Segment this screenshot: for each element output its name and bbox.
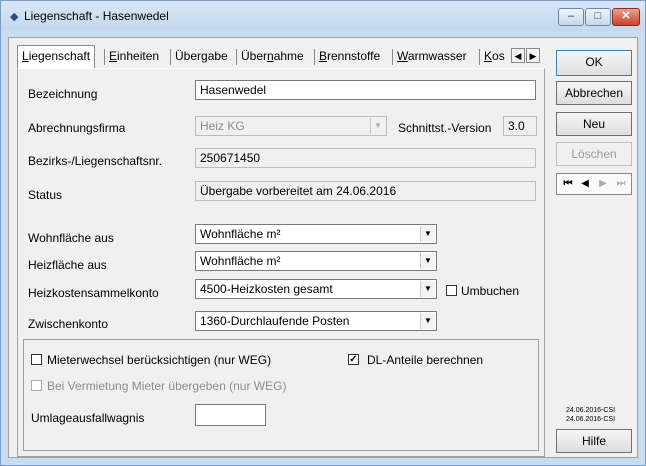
minimize-button[interactable]: – [558, 8, 584, 26]
mieterwechsel-label[interactable]: Mieterwechsel berücksichtigen (nur WEG) [47, 353, 271, 367]
bezirk-value: 250671450 [195, 148, 536, 168]
record-navigator: ⏮ ◀ ▶ ⏭ [556, 173, 632, 195]
tab-uebernahme[interactable]: Übernahme [241, 46, 304, 67]
tab-brennstoffe[interactable]: Brennstoffe [319, 46, 380, 67]
last-record-icon[interactable]: ⏭ [613, 176, 629, 192]
close-button[interactable]: ✕ [612, 8, 640, 26]
tab-strip: Liegenschaft Einheiten Übergabe Übernahm… [17, 45, 545, 68]
tab-separator [392, 49, 393, 65]
heizkostenkonto-label: Heizkostensammelkonto [28, 286, 159, 300]
dropdown-arrow-icon[interactable]: ▼ [420, 313, 435, 329]
tab-separator [479, 49, 480, 65]
tab-kosten[interactable]: Kos [484, 46, 505, 67]
bezeichnung-input[interactable]: Hasenwedel [195, 80, 536, 100]
new-button[interactable]: Neu [556, 112, 632, 136]
app-icon: ◆ [10, 11, 19, 23]
maximize-button[interactable]: □ [585, 8, 611, 26]
tab-separator [104, 49, 105, 65]
version-line-2: 24.06.2016-CSI [566, 416, 616, 423]
tab-uebergabe[interactable]: Übergabe [175, 46, 228, 67]
heizflaeche-label: Heizfläche aus [28, 258, 107, 272]
status-label: Status [28, 188, 63, 202]
zwischenkonto-label: Zwischenkonto [28, 317, 109, 331]
vermietung-label: Bei Vermietung Mieter übergeben (nur WEG… [47, 379, 287, 393]
schnittstelle-value: 3.0 [503, 116, 537, 136]
help-button[interactable]: Hilfe [556, 429, 632, 453]
tab-separator [236, 49, 237, 65]
umlageausfall-input[interactable] [195, 404, 266, 426]
heizflaeche-value: Wohnfläche m² [200, 254, 281, 268]
dl-anteile-label[interactable]: DL-Anteile berechnen [367, 353, 483, 367]
dropdown-arrow-icon[interactable]: ▼ [420, 253, 435, 269]
heizkostenkonto-select[interactable]: 4500-Heizkosten gesamt ▼ [195, 279, 437, 299]
umbuchen-checkbox[interactable] [446, 285, 457, 296]
next-record-icon[interactable]: ▶ [595, 176, 611, 192]
delete-button: Löschen [556, 142, 632, 166]
version-line-1: 24.06.2016-CSI [566, 407, 616, 414]
vermietung-checkbox [31, 380, 42, 391]
mieterwechsel-checkbox[interactable] [31, 354, 42, 365]
tab-warmwasser[interactable]: Warmwasser [397, 46, 467, 67]
title-bar[interactable]: ◆ Liegenschaft - Hasenwedel – □ ✕ [1, 1, 645, 31]
prev-record-icon[interactable]: ◀ [577, 176, 593, 192]
tab-liegenschaft[interactable]: Liegenschaft [17, 45, 96, 68]
tab-scroll-right-button[interactable]: ▶ [526, 48, 540, 63]
wohnflaeche-select[interactable]: Wohnfläche m² ▼ [195, 224, 437, 244]
first-record-icon[interactable]: ⏮ [560, 176, 576, 192]
status-value: Übergabe vorbereitet am 24.06.2016 [195, 181, 536, 201]
abrechnungsfirma-value: Heiz KG [200, 119, 245, 133]
dropdown-arrow-icon[interactable]: ▼ [420, 226, 435, 242]
abrechnungsfirma-select[interactable]: Heiz KG ▼ [195, 116, 387, 136]
umlageausfall-label: Umlageausfallwagnis [31, 411, 145, 425]
tab-einheiten[interactable]: Einheiten [109, 46, 159, 67]
abrechnungsfirma-label: Abrechnungsfirma [28, 121, 126, 135]
tab-separator [314, 49, 315, 65]
dropdown-arrow-icon[interactable]: ▼ [420, 281, 435, 297]
zwischenkonto-select[interactable]: 1360-Durchlaufende Posten ▼ [195, 311, 437, 331]
tab-separator [170, 49, 171, 65]
window-title: Liegenschaft - Hasenwedel [24, 9, 169, 23]
wohnflaeche-value: Wohnfläche m² [200, 227, 281, 241]
tab-scroll-left-button[interactable]: ◀ [511, 48, 525, 63]
zwischenkonto-value: 1360-Durchlaufende Posten [200, 314, 350, 328]
dropdown-arrow-icon[interactable]: ▼ [370, 118, 385, 134]
schnittstelle-label: Schnittst.-Version [398, 121, 492, 135]
bezirk-label: Bezirks-/Liegenschaftsnr. [28, 154, 163, 168]
heizkostenkonto-value: 4500-Heizkosten gesamt [200, 282, 333, 296]
cancel-button[interactable]: Abbrechen [556, 81, 632, 105]
wohnflaeche-label: Wohnfläche aus [28, 231, 114, 245]
dl-anteile-checkbox[interactable]: ✓ [348, 354, 359, 365]
bezeichnung-label: Bezeichnung [28, 87, 98, 101]
umbuchen-label[interactable]: Umbuchen [461, 284, 519, 298]
heizflaeche-select[interactable]: Wohnfläche m² ▼ [195, 251, 437, 271]
ok-button[interactable]: OK [556, 50, 632, 76]
